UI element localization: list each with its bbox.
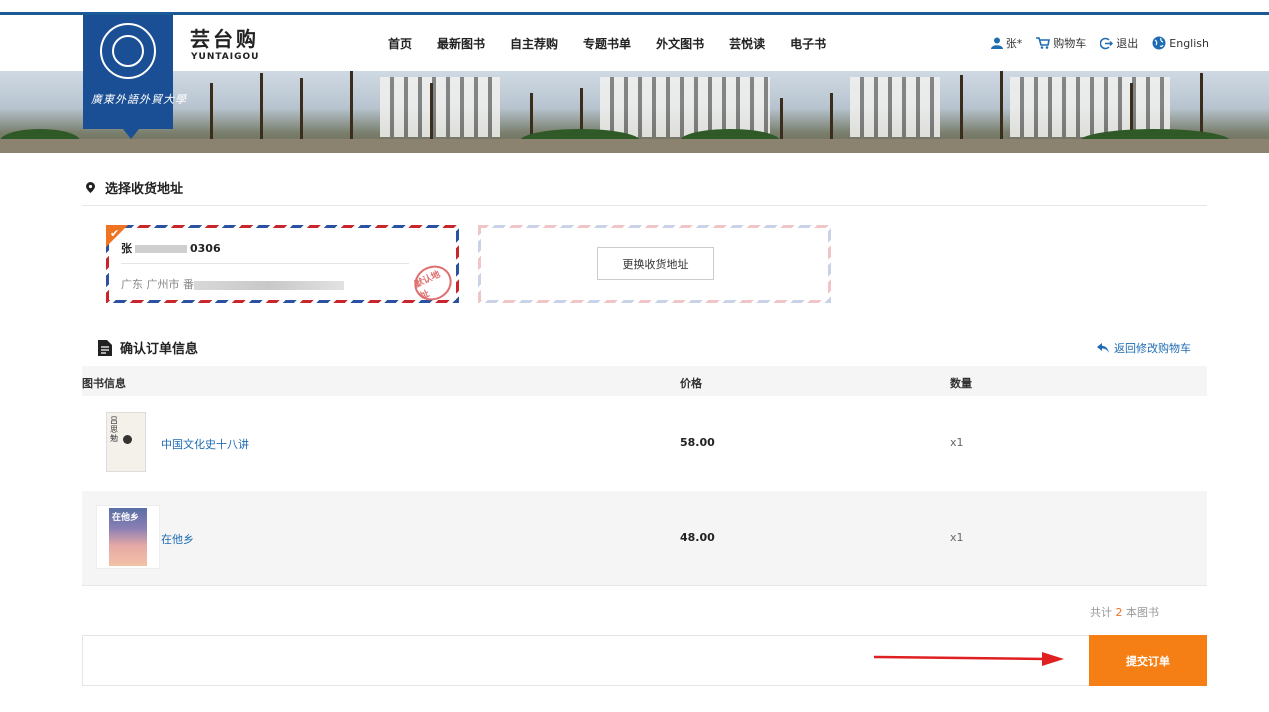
cart-label: 购物车 bbox=[1053, 37, 1087, 50]
brand-title[interactable]: 芸台购 bbox=[190, 28, 259, 50]
table-row: 在他乡 在他乡 48.00 x1 bbox=[82, 491, 1207, 586]
recipient-name: 张 bbox=[121, 242, 132, 255]
pointer-arrow-annotation bbox=[874, 652, 1064, 666]
language-label: English bbox=[1169, 36, 1209, 50]
language-switch[interactable]: English bbox=[1152, 36, 1209, 50]
col-price: 价格 bbox=[680, 377, 702, 390]
address-section-label: 选择收货地址 bbox=[105, 182, 184, 197]
logo-text: 廣東外語外貿大學 bbox=[91, 93, 187, 106]
logout-label: 退出 bbox=[1116, 37, 1139, 50]
globe-icon bbox=[1152, 36, 1166, 50]
address-text: 广东 广州市 番 bbox=[121, 278, 194, 291]
change-address-button[interactable]: 更换收货地址 bbox=[597, 247, 714, 280]
submit-order-button[interactable]: 提交订单 bbox=[1089, 635, 1207, 686]
address-card-change: 更换收货地址 bbox=[478, 225, 831, 303]
col-book-info: 图书信息 bbox=[82, 377, 126, 390]
logout-icon bbox=[1100, 37, 1114, 49]
back-to-cart-link[interactable]: 返回修改购物车 bbox=[1097, 340, 1191, 356]
book-title-link[interactable]: 在他乡 bbox=[161, 531, 194, 547]
document-icon bbox=[98, 339, 112, 356]
university-logo[interactable]: 廣東外語外貿大學 bbox=[83, 15, 186, 139]
user-name: 张* bbox=[1005, 37, 1023, 50]
nav-recommend[interactable]: 自主荐购 bbox=[510, 35, 558, 52]
book-price: 58.00 bbox=[680, 436, 715, 449]
col-quantity: 数量 bbox=[950, 377, 972, 390]
back-to-cart-label: 返回修改购物车 bbox=[1114, 342, 1191, 355]
return-arrow-icon bbox=[1097, 343, 1109, 353]
address-card-selected[interactable]: ✔ 张 0306 广东 广州市 番 默认地址 bbox=[106, 225, 459, 307]
logout-link[interactable]: 退出 bbox=[1100, 35, 1138, 51]
user-bar: 张* 购物车 退出 English bbox=[977, 35, 1209, 51]
book-title-link[interactable]: 中国文化史十八讲 bbox=[161, 436, 249, 452]
main-nav: 首页 最新图书 自主荐购 专题书单 外文图书 芸悦读 电子书 bbox=[388, 35, 851, 52]
book-quantity: x1 bbox=[950, 531, 964, 544]
section-divider bbox=[82, 205, 1207, 206]
user-icon bbox=[990, 37, 1003, 49]
nav-ebooks[interactable]: 电子书 bbox=[790, 35, 826, 52]
book-quantity: x1 bbox=[950, 436, 964, 449]
book-count: 2 bbox=[1115, 606, 1123, 619]
address-section-title: 选择收货地址 bbox=[86, 178, 183, 197]
campus-banner bbox=[0, 71, 1269, 153]
order-section-label: 确认订单信息 bbox=[120, 342, 199, 357]
cart-icon bbox=[1036, 37, 1051, 49]
nav-home[interactable]: 首页 bbox=[388, 35, 412, 52]
table-row: 吕思勉 中国文化史十八讲 58.00 x1 bbox=[82, 396, 1207, 491]
recipient-phone: 0306 bbox=[190, 242, 221, 255]
order-table-header: 图书信息 价格 数量 bbox=[82, 366, 1207, 396]
emblem-icon bbox=[100, 23, 156, 79]
cart-link[interactable]: 购物车 bbox=[1036, 35, 1086, 51]
nav-reading[interactable]: 芸悦读 bbox=[729, 35, 765, 52]
nav-new-books[interactable]: 最新图书 bbox=[437, 35, 485, 52]
brand-subtitle: YUNTAIGOU bbox=[191, 52, 260, 62]
user-menu[interactable]: 张* bbox=[990, 35, 1023, 51]
nav-foreign-books[interactable]: 外文图书 bbox=[656, 35, 704, 52]
site-header: 芸台购 YUNTAIGOU 首页 最新图书 自主荐购 专题书单 外文图书 芸悦读… bbox=[0, 15, 1269, 71]
recipient-info: 张 0306 bbox=[121, 240, 221, 256]
book-cover[interactable]: 在他乡 bbox=[96, 505, 160, 569]
recipient-address: 广东 广州市 番 bbox=[121, 276, 344, 292]
book-price: 48.00 bbox=[680, 531, 715, 544]
book-cover[interactable]: 吕思勉 bbox=[106, 412, 146, 472]
nav-topic-lists[interactable]: 专题书单 bbox=[583, 35, 631, 52]
order-section-title: 确认订单信息 bbox=[98, 338, 198, 357]
location-pin-icon bbox=[86, 182, 95, 193]
default-address-stamp: 默认地址 bbox=[408, 259, 458, 307]
order-total-count: 共计 2 本图书 bbox=[1090, 606, 1159, 619]
